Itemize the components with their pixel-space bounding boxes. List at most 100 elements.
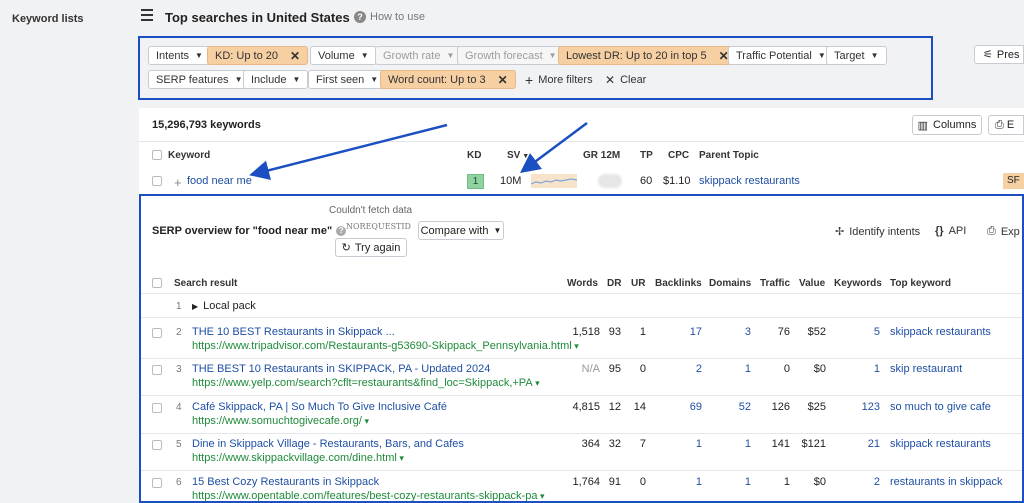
serp-feature-badge[interactable]: SF <box>1003 173 1024 189</box>
col-tp[interactable]: TP <box>640 150 653 161</box>
cell-domains[interactable]: 1 <box>745 438 751 450</box>
col-keywords[interactable]: Keywords <box>834 278 882 289</box>
identify-intents-button[interactable]: ✢ Identify intents <box>835 225 920 239</box>
filter-chip-label: Intents <box>156 49 190 62</box>
filter-chip-volume[interactable]: Volume ▼ <box>310 46 377 65</box>
result-url-link[interactable]: https://www.opentable.com/features/best-… <box>192 490 537 502</box>
cell-backlinks[interactable]: 2 <box>696 363 702 375</box>
cell-domains[interactable]: 1 <box>745 363 751 375</box>
cell-backlinks[interactable]: 17 <box>690 326 702 338</box>
cell-domains[interactable]: 1 <box>745 476 751 488</box>
cell-keywords[interactable]: 2 <box>874 476 880 488</box>
cell-domains[interactable]: 52 <box>739 401 751 413</box>
filter-chip-lowest-dr-up-to-20-in-top-5[interactable]: Lowest DR: Up to 20 in top 5 ✕ <box>558 46 737 65</box>
cell-domains[interactable]: 3 <box>745 326 751 338</box>
col-cpc[interactable]: CPC <box>668 150 689 161</box>
col-kd[interactable]: KD <box>467 150 481 161</box>
caret-down-icon[interactable]: ▾ <box>572 341 579 351</box>
filter-chip-kd-up-to-20[interactable]: KD: Up to 20 ✕ <box>207 46 309 65</box>
col-parent-topic[interactable]: Parent Topic <box>699 150 759 161</box>
row-checkbox[interactable] <box>152 365 162 376</box>
col-top-keyword[interactable]: Top keyword <box>890 278 951 289</box>
help-icon[interactable]: ? <box>336 226 347 236</box>
columns-button[interactable]: ▥ Columns <box>912 115 982 135</box>
try-again-button[interactable]: ↻ Try again <box>335 238 407 257</box>
col-backlinks[interactable]: Backlinks <box>655 278 702 289</box>
caret-down-icon[interactable]: ▾ <box>362 416 369 426</box>
cell-keywords[interactable]: 123 <box>862 401 880 413</box>
api-button[interactable]: {} API <box>935 225 966 237</box>
row-checkbox[interactable] <box>152 402 162 413</box>
caret-down-icon[interactable]: ▾ <box>533 378 540 388</box>
col-dr[interactable]: DR <box>607 278 621 289</box>
result-title-link[interactable]: Dine in Skippack Village - Restaurants, … <box>192 438 464 450</box>
col-traffic[interactable]: Traffic <box>760 278 790 289</box>
select-all-checkbox[interactable] <box>152 150 162 160</box>
row-checkbox[interactable] <box>152 477 162 488</box>
cell-backlinks[interactable]: 1 <box>696 438 702 450</box>
result-url[interactable]: https://www.skippackvillage.com/dine.htm… <box>192 452 404 464</box>
clear-filters-button[interactable]: ✕ Clear <box>605 70 646 89</box>
cell-backlinks[interactable]: 69 <box>690 401 702 413</box>
result-url-link[interactable]: https://www.somuchtogivecafe.org/ <box>192 415 362 427</box>
top-keyword-link[interactable]: restaurants in skippack <box>890 476 1003 488</box>
result-title-link[interactable]: THE BEST 10 Restaurants in SKIPPACK, PA … <box>192 363 490 375</box>
compare-with-dropdown[interactable]: Compare with ▼ <box>418 221 504 240</box>
cell-backlinks[interactable]: 1 <box>696 476 702 488</box>
top-keyword-link[interactable]: skippack restaurants <box>890 326 991 338</box>
more-filters-button[interactable]: + More filters <box>525 70 593 89</box>
result-title-link[interactable]: 15 Best Cozy Restaurants in Skippack <box>192 476 379 488</box>
result-url-link[interactable]: https://www.tripadvisor.com/Restaurants-… <box>192 340 572 352</box>
result-url-link[interactable]: https://www.yelp.com/search?cflt=restaur… <box>192 377 533 389</box>
sidebar-title[interactable]: Keyword lists <box>12 13 84 25</box>
remove-filter-icon[interactable]: ✕ <box>498 73 508 87</box>
filter-chip-growth-forecast[interactable]: Growth forecast ▼ <box>457 46 565 65</box>
filter-chip-include[interactable]: Include ▼ <box>243 70 309 89</box>
filter-chip-traffic-potential[interactable]: Traffic Potential ▼ <box>728 46 834 65</box>
col-sv[interactable]: SV ▼ <box>507 150 529 161</box>
result-url[interactable]: https://www.tripadvisor.com/Restaurants-… <box>192 340 579 352</box>
serp-export-button[interactable]: ⎙ Exp <box>987 225 1020 238</box>
col-keyword[interactable]: Keyword <box>168 150 210 161</box>
result-title-link[interactable]: Café Skippack, PA | So Much To Give Incl… <box>192 401 447 413</box>
caret-down-icon[interactable]: ▾ <box>537 491 545 501</box>
row-checkbox[interactable] <box>152 328 162 338</box>
top-keyword-link[interactable]: so much to give cafe <box>890 401 991 413</box>
top-keyword-link[interactable]: skip restaurant <box>890 363 962 375</box>
add-to-list-icon[interactable]: + <box>174 175 182 190</box>
filter-chip-serp-features[interactable]: SERP features ▼ <box>148 70 251 89</box>
local-pack-toggle[interactable]: ▶ Local pack <box>192 300 256 312</box>
sliders-icon: ⚟ <box>983 49 993 61</box>
export-button[interactable]: ⎙ E <box>988 115 1024 135</box>
result-url[interactable]: https://www.somuchtogivecafe.org/ ▾ <box>192 415 369 427</box>
result-url[interactable]: https://www.opentable.com/features/best-… <box>192 490 544 502</box>
row-checkbox[interactable] <box>152 440 162 451</box>
top-keyword-link[interactable]: skippack restaurants <box>890 438 991 450</box>
cell-keywords[interactable]: 5 <box>874 326 880 338</box>
volume-trend-chart[interactable] <box>530 174 578 188</box>
row-checkbox[interactable] <box>152 176 162 186</box>
col-gr12m[interactable]: GR 12M <box>583 150 620 161</box>
result-url-link[interactable]: https://www.skippackvillage.com/dine.htm… <box>192 452 397 464</box>
parent-topic-link[interactable]: skippack restaurants <box>699 175 800 187</box>
caret-down-icon[interactable]: ▾ <box>397 453 404 463</box>
filter-chip-target[interactable]: Target ▼ <box>826 46 887 65</box>
remove-filter-icon[interactable]: ✕ <box>290 49 300 63</box>
menu-icon[interactable] <box>141 9 153 21</box>
filter-chip-intents[interactable]: Intents ▼ <box>148 46 211 65</box>
filter-chip-first-seen[interactable]: First seen ▼ <box>308 70 387 89</box>
presets-button[interactable]: ⚟ Pres <box>974 45 1024 64</box>
col-domains[interactable]: Domains <box>709 278 751 289</box>
result-url[interactable]: https://www.yelp.com/search?cflt=restaur… <box>192 377 540 389</box>
how-to-use-link[interactable]: ? How to use <box>354 11 425 23</box>
cell-keywords[interactable]: 21 <box>868 438 880 450</box>
filter-chip-word-count-up-to-3[interactable]: Word count: Up to 3 ✕ <box>380 70 516 89</box>
col-ur[interactable]: UR <box>631 278 645 289</box>
filter-chip-growth-rate[interactable]: Growth rate ▼ <box>375 46 463 65</box>
serp-select-all-checkbox[interactable] <box>152 278 162 288</box>
col-words[interactable]: Words <box>567 278 598 289</box>
result-title-link[interactable]: THE 10 BEST Restaurants in Skippack ... <box>192 326 395 338</box>
col-value[interactable]: Value <box>799 278 825 289</box>
cell-keywords[interactable]: 1 <box>874 363 880 375</box>
keyword-link[interactable]: food near me <box>187 175 252 187</box>
